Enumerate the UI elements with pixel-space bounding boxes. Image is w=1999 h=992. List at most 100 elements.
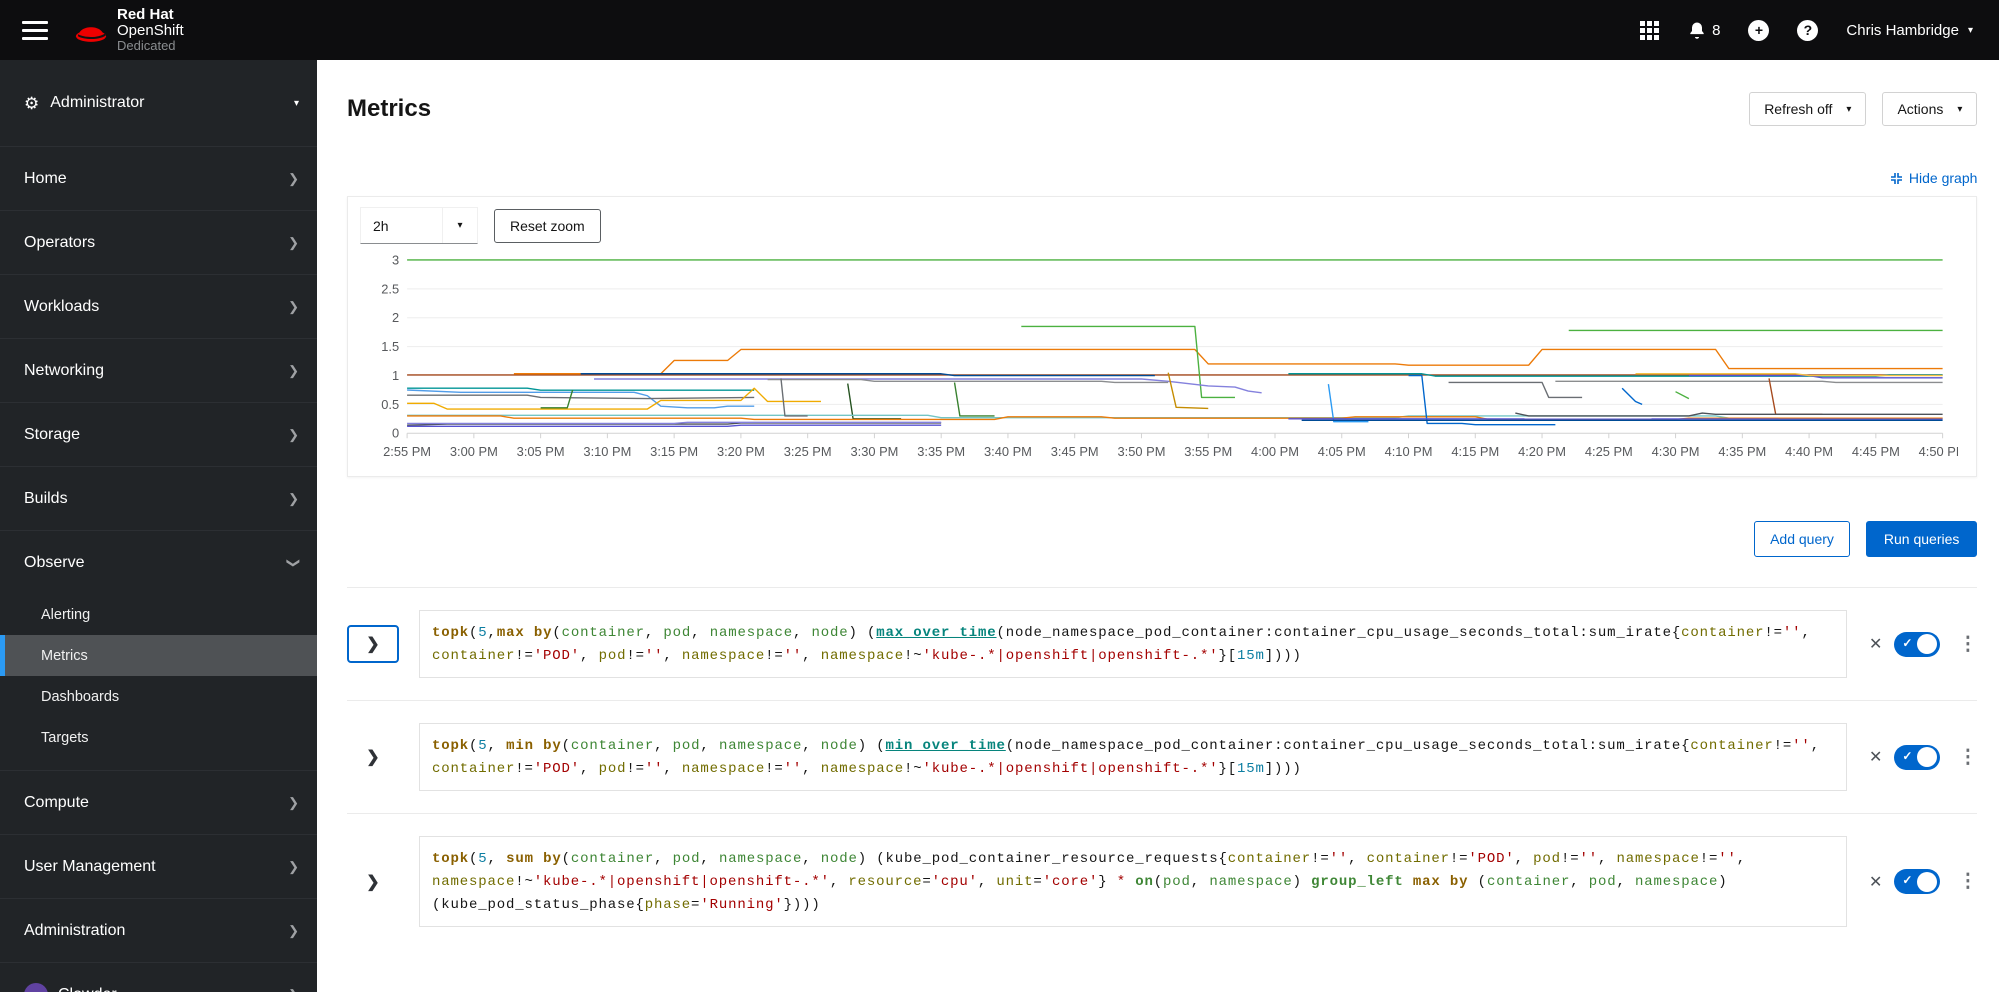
bell-icon [1690, 22, 1704, 39]
notification-count: 8 [1712, 21, 1721, 39]
metrics-chart[interactable]: 0 0.5 1 1.5 2 2.5 3 2:55 PM 3:00 PM 3:05 PM 3:10 P… [360, 252, 1958, 464]
sidebar-item-label: Compute [24, 793, 89, 811]
chevron-right-icon: ❯ [288, 987, 299, 992]
chevron-right-icon: ❯ [288, 794, 299, 810]
sidebar-item-alerting[interactable]: Alerting [0, 594, 317, 635]
sidebar-item-user-management[interactable]: User Management ❯ [0, 835, 317, 898]
plus-circle-icon[interactable]: + [1748, 19, 1770, 41]
svg-text:4:25 PM: 4:25 PM [1585, 444, 1633, 459]
query-enabled-toggle[interactable]: ✓ [1894, 744, 1941, 770]
graph-panel: 2h ▾ Reset zoom 0 0.5 1 1.5 2 2.5 3 2:55 PM 3:00… [347, 196, 1978, 477]
main-content: Metrics Refresh off ▾ Actions ▾ Hide gra… [317, 60, 1999, 992]
remove-query-button[interactable]: ✕ [1869, 747, 1882, 767]
app-launcher-icon[interactable] [1640, 20, 1660, 40]
query-row: ❯ topk(5,max by(container, pod, namespac… [347, 587, 1978, 700]
expand-query-button[interactable]: ❯ [347, 738, 399, 776]
timespan-select[interactable]: 2h ▾ [360, 207, 478, 244]
sidebar-item-networking[interactable]: Networking ❯ [0, 339, 317, 402]
notifications-button[interactable]: 8 [1687, 20, 1720, 40]
hamburger-icon[interactable] [22, 20, 48, 40]
chevron-right-icon: ❯ [288, 298, 299, 314]
query-kebab-menu[interactable]: ⋮ [1958, 635, 1977, 654]
svg-text:3:15 PM: 3:15 PM [650, 444, 698, 459]
sidebar-item-label: Administration [24, 921, 126, 939]
svg-text:4:35 PM: 4:35 PM [1718, 444, 1766, 459]
remove-query-button[interactable]: ✕ [1869, 872, 1882, 892]
gears-icon: ⚙ [24, 93, 40, 113]
sidebar-item-administration[interactable]: Administration ❯ [0, 899, 317, 962]
actions-dropdown[interactable]: Actions ▾ [1882, 92, 1978, 126]
redhat-openshift-logo: Red Hat OpenShift Dedicated [74, 5, 184, 54]
check-icon: ✓ [1902, 635, 1913, 650]
expand-query-button[interactable]: ❯ [347, 625, 399, 663]
refresh-dropdown[interactable]: Refresh off ▾ [1749, 92, 1867, 126]
svg-text:3:00 PM: 3:00 PM [450, 444, 498, 459]
query-enabled-toggle[interactable]: ✓ [1894, 869, 1941, 894]
brand-line1: Red Hat [117, 5, 174, 23]
toggle-knob [1917, 871, 1938, 892]
check-icon: ✓ [1902, 873, 1913, 887]
svg-text:0.5: 0.5 [381, 397, 399, 412]
clowder-icon [24, 982, 48, 992]
perspective-switcher[interactable]: ⚙ Administrator ▾ [0, 60, 317, 147]
reset-zoom-button[interactable]: Reset zoom [494, 208, 601, 243]
perspective-label: Administrator [50, 94, 145, 111]
chevron-right-icon: ❯ [366, 749, 380, 766]
svg-text:3:10 PM: 3:10 PM [583, 444, 631, 459]
sidebar-item-compute[interactable]: Compute ❯ [0, 771, 317, 834]
hide-graph-link[interactable]: Hide graph [1890, 170, 1977, 186]
svg-text:3:55 PM: 3:55 PM [1184, 444, 1232, 459]
sidebar-nav: ⚙ Administrator ▾ Home ❯ Operators ❯ Workloa… [0, 60, 317, 992]
sidebar-item-dashboards[interactable]: Dashboards [0, 676, 317, 717]
sidebar-item-targets[interactable]: Targets [0, 717, 317, 758]
svg-text:3:05 PM: 3:05 PM [517, 444, 565, 459]
svg-text:4:20 PM: 4:20 PM [1518, 444, 1566, 459]
chevron-right-icon: ❯ [288, 362, 299, 378]
chevron-right-icon: ❯ [288, 490, 299, 506]
brand-line3: Dedicated [117, 38, 176, 54]
query-expression-input[interactable]: topk(5,max by(container, pod, namespace,… [419, 610, 1847, 678]
sidebar-item-builds[interactable]: Builds ❯ [0, 467, 317, 530]
sidebar-item-operators[interactable]: Operators ❯ [0, 211, 317, 274]
svg-text:3:20 PM: 3:20 PM [717, 444, 765, 459]
sidebar-item-observe[interactable]: Observe ❯ [0, 531, 317, 594]
expand-query-button[interactable]: ❯ [347, 863, 399, 901]
kebab-icon: ⋮ [1958, 746, 1978, 768]
chevron-right-icon: ❯ [288, 170, 299, 186]
sidebar-item-label: Builds [24, 489, 68, 507]
sidebar-item-label: Observe [24, 553, 85, 571]
sidebar-item-workloads[interactable]: Workloads ❯ [0, 275, 317, 338]
chevron-right-icon: ❯ [366, 636, 380, 653]
query-expression-input[interactable]: topk(5, sum by(container, pod, namespace… [419, 836, 1847, 927]
close-icon: ✕ [1869, 749, 1883, 766]
svg-text:3:35 PM: 3:35 PM [917, 444, 965, 459]
query-kebab-menu[interactable]: ⋮ [1958, 872, 1977, 891]
compress-icon [1890, 172, 1902, 184]
svg-text:3:30 PM: 3:30 PM [850, 444, 898, 459]
help-icon[interactable]: ? [1797, 19, 1819, 41]
svg-text:4:30 PM: 4:30 PM [1652, 444, 1700, 459]
add-query-button[interactable]: Add query [1754, 521, 1850, 557]
query-enabled-toggle[interactable]: ✓ [1894, 631, 1941, 657]
query-kebab-menu[interactable]: ⋮ [1958, 748, 1977, 767]
refresh-dropdown-label: Refresh off [1764, 101, 1833, 117]
svg-text:3:50 PM: 3:50 PM [1118, 444, 1166, 459]
query-expression-input[interactable]: topk(5, min by(container, pod, namespace… [419, 723, 1847, 791]
caret-down-icon: ▾ [457, 220, 463, 231]
sidebar-item-clowder[interactable]: Clowder ❯ [0, 963, 317, 992]
sidebar-item-storage[interactable]: Storage ❯ [0, 403, 317, 466]
run-queries-button[interactable]: Run queries [1865, 521, 1978, 557]
chevron-down-icon: ❯ [286, 557, 302, 568]
toggle-knob [1917, 634, 1938, 654]
sidebar-item-home[interactable]: Home ❯ [0, 147, 317, 210]
chevron-right-icon: ❯ [288, 858, 299, 874]
svg-text:4:00 PM: 4:00 PM [1251, 444, 1299, 459]
toggle-knob [1917, 747, 1938, 767]
sidebar-item-label: Workloads [24, 297, 100, 315]
sidebar-item-label: Storage [24, 425, 81, 443]
chevron-right-icon: ❯ [366, 873, 380, 891]
remove-query-button[interactable]: ✕ [1869, 634, 1882, 654]
query-row: ❯ topk(5, sum by(container, pod, namespa… [347, 813, 1978, 949]
sidebar-item-metrics[interactable]: Metrics [0, 635, 317, 676]
user-menu[interactable]: Chris Hambridge ▾ [1846, 22, 1973, 39]
